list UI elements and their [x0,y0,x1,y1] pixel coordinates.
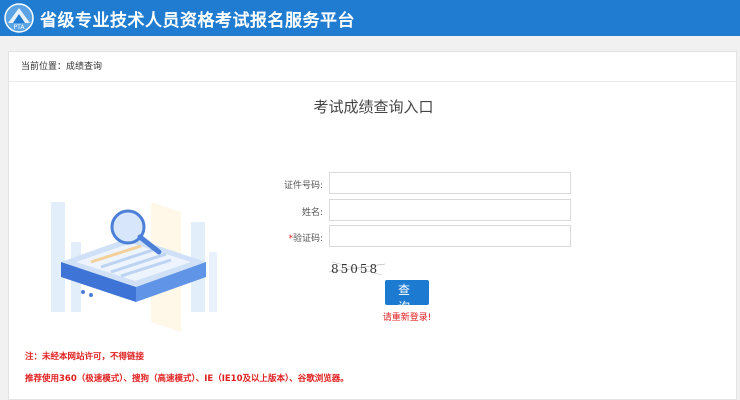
browser-recommendation: 推荐使用360（极速模式）、搜狗（高速模式）、IE（IE10及以上版本）、谷歌浏… [25,374,349,384]
name-label: 姓名: [301,208,323,218]
pta-logo-icon: PTA [4,3,34,33]
captcha-input[interactable] [329,225,571,247]
breadcrumb-prefix: 当前位置： [21,62,67,72]
page-title: 考试成绩查询入口 [313,98,434,116]
query-button[interactable]: 查 询 [385,280,429,314]
main-panel: 当前位置：成绩查询 考试成绩查询入口 证件号码: 姓名: *验证码: 85058… [8,51,737,400]
breadcrumb-current[interactable]: 成绩查询 [66,62,102,72]
header-bar: PTA 省级专业技术人员资格考试报名服务平台 [0,0,740,36]
site-title: 省级专业技术人员资格考试报名服务平台 [40,10,355,31]
relogin-message: 请重新登录! [382,313,432,323]
captcha-image[interactable]: 85058 [327,258,389,278]
id-number-input[interactable] [329,172,571,194]
breadcrumb: 当前位置：成绩查询 [9,52,736,82]
search-illustration-icon [51,202,217,332]
captcha-label-text: 验证码: [292,234,323,244]
copyright-note: 注：未经本网站许可，不得链接 [25,352,145,362]
name-input[interactable] [329,199,571,221]
captcha-text: 85058 [331,262,379,276]
logo-text: PTA [14,24,26,31]
captcha-label: *验证码: [243,231,323,244]
id-number-label: 证件号码: [283,181,323,191]
